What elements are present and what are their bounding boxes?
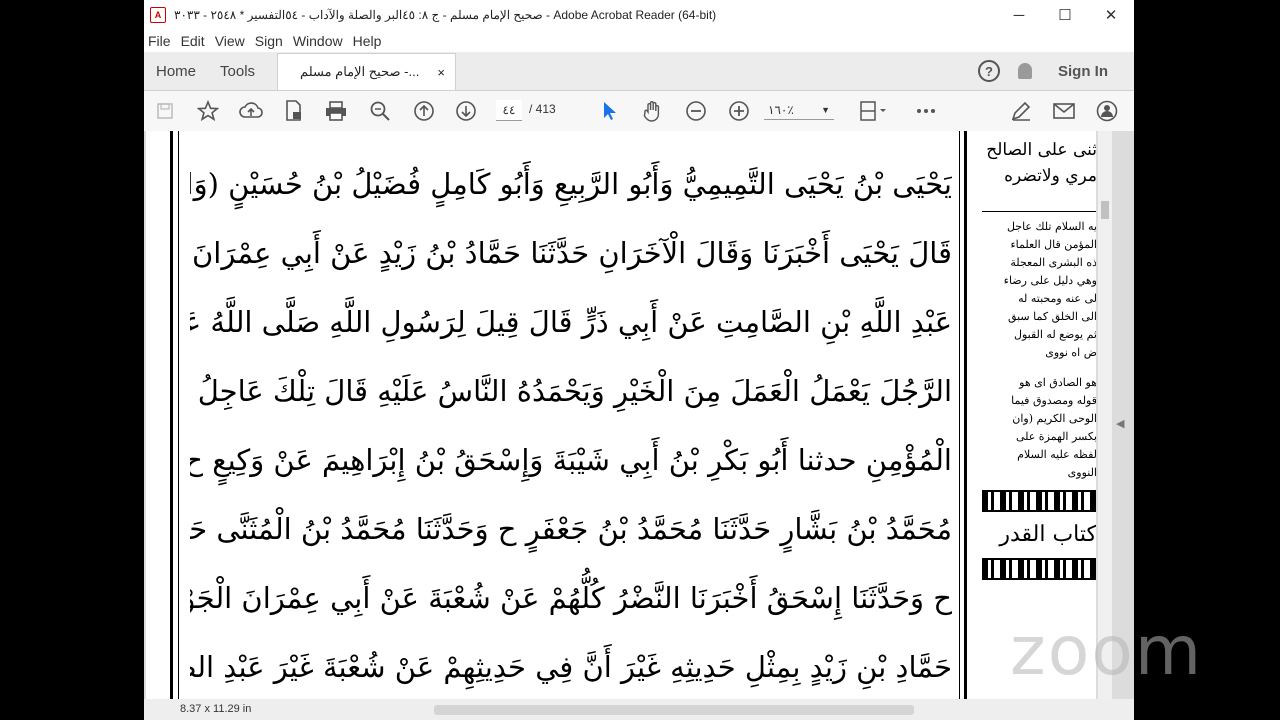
next-page-icon[interactable] [454,99,478,123]
page-border [964,131,967,720]
commentary-line: النووى [1067,466,1096,479]
upload-cloud-icon[interactable] [239,99,263,123]
previous-page-icon[interactable] [412,99,436,123]
commentary-line: المؤمن قال العلماء [1010,238,1096,251]
commentary-line: ذه البشرى المعجلة [1010,256,1096,269]
commentary-line: هو الصادق اى هو [1019,376,1096,389]
commentary-line: يه السلام تلك عاجل [1006,220,1096,233]
notification-bell-icon[interactable] [1018,63,1032,79]
close-button[interactable]: ✕ [1088,0,1134,30]
pdf-icon: A [150,7,166,23]
menu-help[interactable]: Help [349,33,388,49]
text-line: الرَّجُلَ يَعْمَلُ الْعَمَلَ مِنَ الْخَي… [190,374,952,408]
chapter-title: كتاب القدر [999,522,1096,547]
menu-file[interactable]: File [144,33,177,49]
email-icon[interactable] [1052,99,1076,123]
expand-right-panel-icon[interactable]: ◀ [1116,417,1124,430]
print-icon[interactable] [324,99,348,123]
text-line: يَحْيَى بْنُ يَحْيَى التَّمِيمِيُّ وَأَب… [190,167,952,201]
hadith-text: يَحْيَى بْنُ يَحْيَى التَّمِيمِيُّ وَأَب… [190,131,952,702]
maximize-button[interactable]: ☐ [1042,0,1088,30]
account-area: ? Sign In [978,52,1134,90]
text-line: ح وَحَدَّثَنَا إِسْحَقُ أَخْبَرَنَا النَ… [190,581,952,615]
commentary-line: لى عنه ومحبته له [1018,292,1096,305]
star-bookmark-icon[interactable] [196,99,220,123]
share-user-icon[interactable] [1095,99,1119,123]
commentary-line: ثنى على الصالح [986,140,1096,160]
menu-edit[interactable]: Edit [177,33,211,49]
tab-bar: Home Tools صحيح الإمام مسلم -... × ? Sig… [144,52,1134,91]
search-icon[interactable] [368,99,392,123]
scrollbar-thumb[interactable] [1101,201,1109,219]
menu-sign[interactable]: Sign [251,33,289,49]
zoom-in-icon[interactable] [727,99,751,123]
hand-tool-icon[interactable] [641,99,665,123]
toolbar: ٤٤ / 413 ١٦٠٪ ▼ [144,91,1134,132]
divider [982,189,1096,212]
commentary-line: ض اه نووى [1045,346,1096,359]
zoom-out-icon[interactable] [684,99,708,123]
text-line: الْمُؤْمِنِ حدثنا أَبُو بَكْرِ بْنُ أَبِ… [190,443,952,477]
commentary-line: قوله ومصدوق فيما [1011,394,1096,407]
close-tab-icon[interactable]: × [437,65,445,80]
commentary-line: الوحى الكريم (وان [1012,412,1096,425]
save-icon[interactable] [154,99,176,123]
commentary-line: مري ولاتضره [1004,166,1096,186]
page-display-icon[interactable] [856,99,890,123]
zoom-level-value: ١٦٠٪ [768,102,794,117]
zoom-level-select[interactable]: ١٦٠٪ ▼ [764,100,834,120]
page-number-input[interactable]: ٤٤ [496,100,522,121]
title-bar: A صحيح الإمام مسلم - ج ٨: ٤٥البر والصلة … [144,0,1134,30]
tab-document[interactable]: صحيح الإمام مسلم -... × [277,53,456,90]
more-tools-icon[interactable] [914,99,938,123]
menu-window[interactable]: Window [289,33,349,49]
horizontal-scrollbar[interactable] [434,705,914,715]
document-area[interactable]: ◀ يَحْيَى بْنُ يَحْيَى التَّمِيمِيُّ وَأ… [144,131,1134,720]
text-line: مُحَمَّدُ بْنُ بَشَّارٍ حَدَّثَنَا مُحَم… [190,512,952,546]
protect-file-icon[interactable] [282,99,306,123]
text-line: قَالَ يَحْيَى أَخْبَرَنَا وَقَالَ الْآخَ… [190,236,952,270]
tab-home[interactable]: Home [144,52,208,90]
text-line: حَمَّادِ بْنِ زَيْدٍ بِمِثْلِ حَدِيثِهِ … [190,650,952,684]
page-dimensions: 8.37 x 11.29 in [180,703,252,715]
minimize-button[interactable]: ─ [996,0,1042,30]
window-controls: ─ ☐ ✕ [996,0,1134,30]
window-title: صحيح الإمام مسلم - ج ٨: ٤٥البر والصلة وا… [174,8,717,22]
commentary-line: الى الخلق كما سبق [1007,310,1096,323]
zoom-watermark: zoom [1010,612,1204,691]
sign-pen-icon[interactable] [1009,99,1033,123]
sign-in-button[interactable]: Sign In [1058,63,1108,80]
page-border [959,131,960,720]
tab-tools[interactable]: Tools [208,52,267,90]
pdf-page: يَحْيَى بْنُ يَحْيَى التَّمِيمِيُّ وَأَب… [146,131,1096,720]
commentary-line: بكسر الهمزة على [1015,430,1096,443]
acrobat-window: A صحيح الإمام مسلم - ج ٨: ٤٥البر والصلة … [144,0,1134,720]
commentary-line: لفظه عليه السلام [1017,448,1096,461]
page-total: / 413 [529,102,556,116]
help-icon[interactable]: ? [978,60,1000,82]
chevron-down-icon: ▼ [821,104,830,115]
select-cursor-icon[interactable] [600,99,620,123]
text-line: عَبْدِ اللَّهِ بْنِ الصَّامِتِ عَنْ أَبِ… [190,305,952,339]
menu-bar: File Edit View Sign Window Help [144,30,1134,52]
commentary-line: وهي دليل على رضاء [1003,274,1096,287]
text-line [190,131,952,150]
commentary-line: ثم يوضع له القبول [1013,328,1096,341]
ornament-divider [982,558,1096,580]
page-border [178,131,179,720]
ornament-divider [982,490,1096,512]
page-border [170,131,173,720]
document-tab-label: صحيح الإمام مسلم -... [300,64,420,79]
menu-view[interactable]: View [211,33,251,49]
status-bar: 8.37 x 11.29 in [144,699,1134,720]
